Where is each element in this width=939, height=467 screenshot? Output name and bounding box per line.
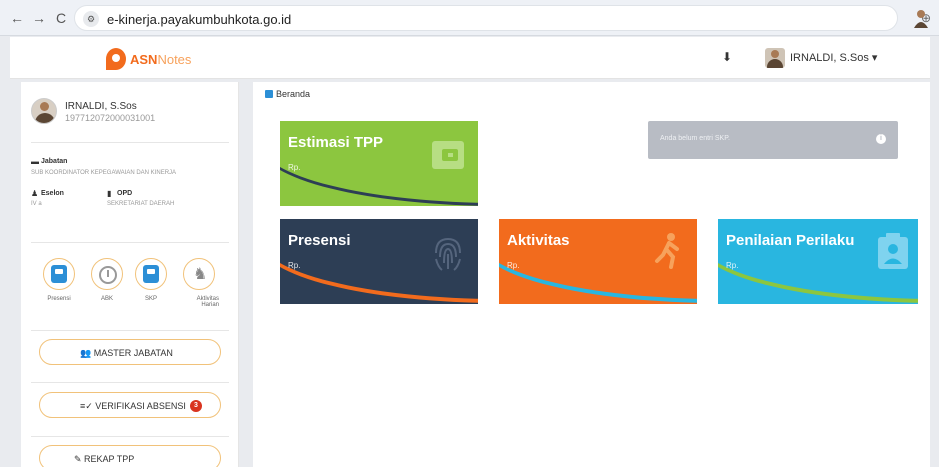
clock-icon xyxy=(99,266,117,284)
browser-toolbar: ← → C ⚙ e-kinerja.payakumbuhkota.go.id ⊕… xyxy=(0,0,939,36)
verifikasi-count-badge: 3 xyxy=(190,400,202,412)
profile-nip: 197712072000031001 xyxy=(65,113,156,123)
sidebar: IRNALDI, S.Sos 197712072000031001 ▬ Jaba… xyxy=(21,82,239,467)
skp-notice-text: Anda belum entri SKP. xyxy=(660,135,730,142)
url-text[interactable]: e-kinerja.payakumbuhkota.go.id xyxy=(107,12,291,27)
logo-pin-icon xyxy=(106,48,126,70)
app-header: ASN Notes ⬇ IRNALDI, S.Sos ▾ xyxy=(10,37,930,79)
asnnotes-logo[interactable]: ASN Notes xyxy=(106,47,191,71)
fingerprint-icon xyxy=(435,237,461,271)
rekap-tpp-label: ✎ REKAP TPP xyxy=(74,454,135,464)
forward-button[interactable]: → xyxy=(30,9,48,27)
building-icon: ▮ xyxy=(107,189,112,198)
divider xyxy=(31,382,229,383)
master-jabatan-button[interactable]: 👥 MASTER JABATAN xyxy=(39,339,221,365)
user-menu-dropdown[interactable]: IRNALDI, S.Sos ▾ xyxy=(790,51,877,64)
briefcase-icon: ▬ xyxy=(31,157,39,166)
eselon-value: IV a xyxy=(31,201,42,207)
breadcrumb-label: Beranda xyxy=(276,89,311,99)
presensi-shortcut[interactable] xyxy=(43,258,75,290)
profile-avatar-icon[interactable] xyxy=(912,8,930,28)
jabatan-label: Jabatan xyxy=(41,158,68,165)
profile-avatar xyxy=(31,98,57,124)
abk-shortcut[interactable] xyxy=(91,258,123,290)
info-icon[interactable]: i xyxy=(876,134,886,144)
address-bar[interactable]: ⚙ e-kinerja.payakumbuhkota.go.id ⊕ ☆ xyxy=(74,5,931,31)
skp-notice-alert: Anda belum entri SKP. i xyxy=(648,121,898,159)
aktivitas-shortcut[interactable]: ♞ xyxy=(183,258,215,290)
id-badge-icon xyxy=(878,233,908,269)
divider xyxy=(31,330,229,331)
runner-icon: ♞ xyxy=(193,266,208,283)
logo-text-asn: ASN xyxy=(130,51,158,67)
logo-text-notes: Notes xyxy=(157,51,192,67)
home-icon xyxy=(265,90,273,98)
aktivitas-title: Aktivitas xyxy=(507,232,570,249)
divider xyxy=(31,242,229,243)
skp-shortcut[interactable] xyxy=(135,258,167,290)
master-jabatan-label: 👥 MASTER JABATAN xyxy=(80,348,173,358)
opd-label: OPD xyxy=(117,190,133,197)
back-button[interactable]: ← xyxy=(8,9,26,27)
penilaian-perilaku-title: Penilaian Perilaku xyxy=(726,232,855,249)
aktivitas-card[interactable]: Aktivitas Rp. xyxy=(499,219,697,304)
site-info-icon[interactable]: ⚙ xyxy=(83,11,99,27)
estimasi-tpp-card[interactable]: Estimasi TPP Rp. xyxy=(280,121,478,206)
presensi-title: Presensi xyxy=(288,232,351,249)
divider xyxy=(31,142,229,143)
menu-label-aktivitas: Aktivitas Harian xyxy=(196,296,219,308)
wallet-icon xyxy=(432,141,464,169)
reload-button[interactable]: C xyxy=(52,9,70,27)
penilaian-perilaku-value: Rp. xyxy=(726,261,739,270)
divider xyxy=(31,436,229,437)
profile-name: IRNALDI, S.Sos xyxy=(65,101,137,112)
aktivitas-value: Rp. xyxy=(507,261,520,270)
eselon-label: Eselon xyxy=(41,190,64,197)
breadcrumb[interactable]: Beranda xyxy=(265,89,310,99)
id-card-icon xyxy=(51,265,67,283)
presensi-card[interactable]: Presensi Rp. xyxy=(280,219,478,304)
runner-icon xyxy=(655,233,679,269)
estimasi-tpp-value: Rp. xyxy=(288,163,301,172)
verifikasi-absensi-button[interactable]: ≡✓ VERIFIKASI ABSENSI 3 xyxy=(39,392,221,418)
menu-label-skp: SKP xyxy=(144,296,157,302)
menu-label-abk: ABK xyxy=(100,296,113,302)
estimasi-tpp-title: Estimasi TPP xyxy=(288,134,384,151)
person-icon: ♟ xyxy=(31,189,39,198)
rekap-tpp-button[interactable]: ✎ REKAP TPP xyxy=(39,445,221,467)
presensi-value: Rp. xyxy=(288,261,301,270)
id-card-icon xyxy=(143,265,159,283)
penilaian-perilaku-card[interactable]: Penilaian Perilaku Rp. xyxy=(718,219,918,304)
menu-label-presensi: Presensi xyxy=(47,296,71,302)
opd-value: SEKRETARIAT DAERAH xyxy=(107,201,175,207)
download-icon[interactable]: ⬇ xyxy=(722,50,732,64)
user-avatar[interactable] xyxy=(765,48,785,68)
jabatan-value: SUB KOORDINATOR KEPEGAWAIAN DAN KINERJA xyxy=(31,170,177,176)
main-content: Beranda Estimasi TPP Rp. Anda belum entr… xyxy=(253,82,930,467)
